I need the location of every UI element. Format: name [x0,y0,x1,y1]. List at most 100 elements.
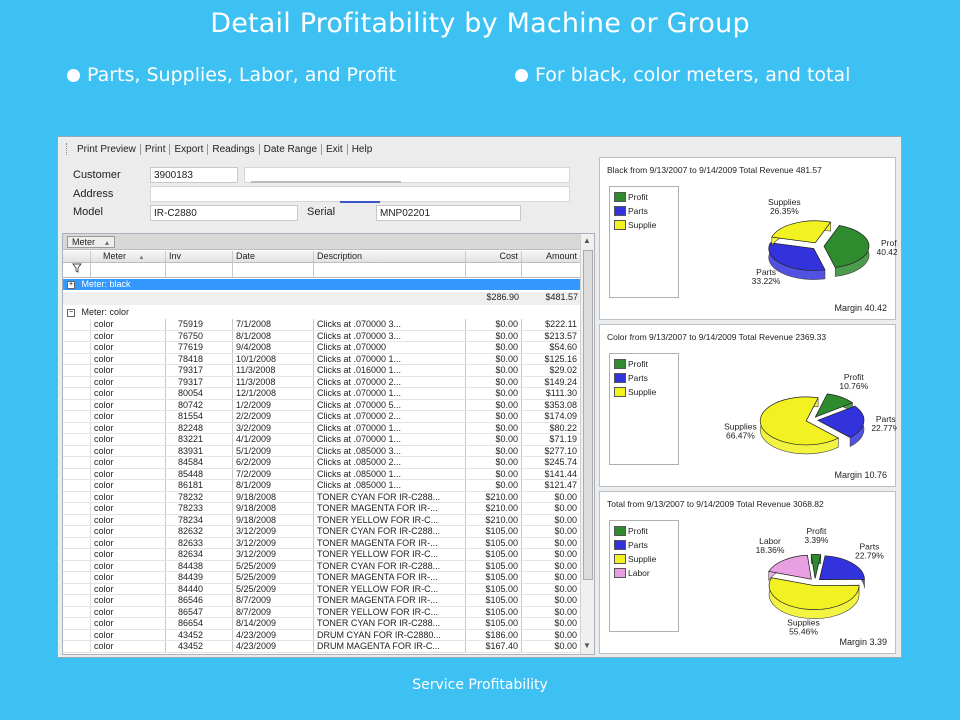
row-indent [63,514,91,526]
table-row[interactable]: color 78234 9/18/2008 TONER YELLOW FOR IR-C… [63,514,581,527]
cell-amount: $0.00 [522,629,581,641]
table-row[interactable]: color 86654 8/14/2009 TONER CYAN FOR IR-C28… [63,618,581,630]
cell-description: TONER YELLOW FOR IR-C... [314,549,466,560]
menu-print-preview[interactable]: Print Preview [73,144,140,155]
column-header-description[interactable]: Description [314,251,466,262]
cell-inv: 86546 [166,595,233,606]
group-row-black[interactable]: + Meter: black [63,279,581,290]
table-row[interactable]: color 84439 5/25/2009 TONER MAGENTA FOR IR-… [63,572,581,584]
cell-date: 8/1/2008 [233,330,314,342]
cell-inv: 86547 [166,606,233,618]
cell-date: 11/3/2008 [233,376,314,388]
pie-label-value: 55.46% [789,626,818,636]
cell-cost: $105.00 [466,572,522,583]
cell-description: Clicks at .070000 1... [314,353,466,365]
table-row[interactable]: color 82633 3/12/2009 TONER MAGENTA FOR IR-… [63,537,581,550]
cell-meter: color [91,606,166,618]
row-indent [63,353,91,365]
cell-amount: $80.22 [522,422,581,434]
table-row[interactable]: color 84440 5/25/2009 TONER YELLOW FOR IR-C… [63,583,581,596]
cell-meter: color [91,445,166,457]
table-row[interactable]: color 79317 11/3/2008 Clicks at .016000 1..… [63,365,581,377]
group-row-color[interactable]: − Meter: color [63,307,581,318]
table-row[interactable]: color 78418 10/1/2008 Clicks at .070000 1..… [63,353,581,366]
table-row[interactable]: color 80742 1/2/2009 Clicks at .070000 5...… [63,399,581,412]
filter-cell-meter[interactable] [91,263,166,277]
customer-field[interactable]: 3900183 [150,167,238,183]
expand-plus-icon[interactable]: + [67,280,75,289]
serial-field[interactable]: MNP02201 [376,205,521,221]
column-header-date[interactable]: Date [233,251,314,262]
menu-print[interactable]: Print [141,144,170,155]
table-row[interactable]: color 86181 8/1/2009 Clicks at .085000 1...… [63,480,581,492]
cell-cost: $105.00 [466,595,522,606]
scroll-up-icon[interactable]: ▲ [583,236,591,245]
filter-icon[interactable] [63,263,91,277]
cell-date: 8/1/2009 [233,480,314,491]
summary-cost: $286.90 [486,292,519,302]
filter-cell-amount[interactable] [522,263,581,277]
table-row[interactable]: color 86546 8/7/2009 TONER MAGENTA FOR IR-.… [63,595,581,607]
table-row[interactable]: color 82248 3/2/2009 Clicks at .070000 1...… [63,422,581,435]
cell-description: TONER MAGENTA FOR IR-... [314,503,466,514]
cell-meter: color [91,549,166,560]
table-row[interactable]: color 80054 12/1/2008 Clicks at .070000 1..… [63,388,581,400]
filter-cell-description[interactable] [314,263,466,277]
table-row[interactable]: color 85448 7/2/2009 Clicks at .085000 1...… [63,468,581,481]
table-row[interactable]: color 79317 11/3/2008 Clicks at .070000 2..… [63,376,581,389]
cell-amount: $121.47 [522,480,581,491]
table-row[interactable]: color 83221 4/1/2009 Clicks at .070000 1...… [63,434,581,446]
table-row[interactable]: color 78233 9/18/2008 TONER MAGENTA FOR IR-… [63,503,581,515]
scroll-down-icon[interactable]: ▼ [583,641,591,650]
cell-date: 6/2/2009 [233,457,314,468]
table-row[interactable]: color 43452 4/23/2009 DRUM MAGENTA FOR IR-C… [63,641,581,653]
row-indent [63,480,91,491]
row-indent [63,422,91,434]
menu-exit[interactable]: Exit [322,144,347,155]
menu-export[interactable]: Export [170,144,207,155]
column-header-cost[interactable]: Cost [466,251,522,262]
menu-readings[interactable]: Readings [208,144,258,155]
cell-date: 12/1/2008 [233,388,314,399]
vertical-scrollbar[interactable]: ▲ ▼ [580,234,594,654]
row-indent [63,445,91,457]
table-row[interactable]: color 77619 9/4/2008 Clicks at .070000 $0.00… [63,342,581,354]
cell-description: TONER YELLOW FOR IR-C... [314,583,466,595]
table-row[interactable]: color 78232 9/18/2008 TONER CYAN FOR IR-C28… [63,491,581,504]
table-row[interactable]: color 75919 7/1/2008 Clicks at .070000 3...… [63,319,581,331]
row-indent [63,388,91,399]
table-row[interactable]: color 76750 8/1/2008 Clicks at .070000 3...… [63,330,581,343]
group-chip-meter[interactable]: Meter ▲ [67,236,116,248]
column-header-amount[interactable]: Amount [522,251,581,262]
table-row[interactable]: color 43452 4/23/2009 DRUM CYAN FOR IR-C288… [63,629,581,642]
table-row[interactable]: color 84438 5/25/2009 TONER CYAN FOR IR-C28… [63,560,581,573]
column-header-inv[interactable]: Inv [166,251,233,262]
menu-help[interactable]: Help [348,144,377,155]
menu-date-range[interactable]: Date Range [260,144,321,155]
filter-cell-inv[interactable] [166,263,233,277]
pie-label-value: 40.42% [876,247,897,257]
cell-cost: $0.00 [466,411,522,422]
row-indent [63,365,91,376]
toolbar-grip-icon[interactable] [66,143,69,155]
model-field[interactable]: IR-C2880 [150,205,298,221]
table-row[interactable]: color 86547 8/7/2009 TONER YELLOW FOR IR-C.… [63,606,581,619]
cell-meter: color [91,503,166,514]
address-field[interactable] [150,186,570,202]
table-row[interactable]: color 81554 2/2/2009 Clicks at .070000 2...… [63,411,581,423]
collapse-minus-icon[interactable]: − [67,308,75,317]
table-row[interactable]: color 83931 5/1/2009 Clicks at .085000 3...… [63,445,581,458]
scrollbar-thumb[interactable] [583,250,593,580]
table-row[interactable]: color 82632 3/12/2009 TONER CYAN FOR IR-C28… [63,526,581,538]
column-header-meter[interactable]: Meter ▲ [91,251,166,262]
table-row[interactable]: color 82634 3/12/2009 TONER YELLOW FOR IR-C… [63,549,581,561]
cell-inv: 43452 [166,629,233,641]
pie-chart: Profit40.42%Parts33.22%Supplies26.35% [752,197,897,286]
header-spacer [63,251,91,262]
cell-amount: $0.00 [522,572,581,583]
cell-meter: color [91,583,166,595]
table-row[interactable]: color 84584 6/2/2009 Clicks at .085000 2...… [63,457,581,469]
model-label: Model [73,206,103,218]
filter-cell-cost[interactable] [466,263,522,277]
filter-cell-date[interactable] [233,263,314,277]
